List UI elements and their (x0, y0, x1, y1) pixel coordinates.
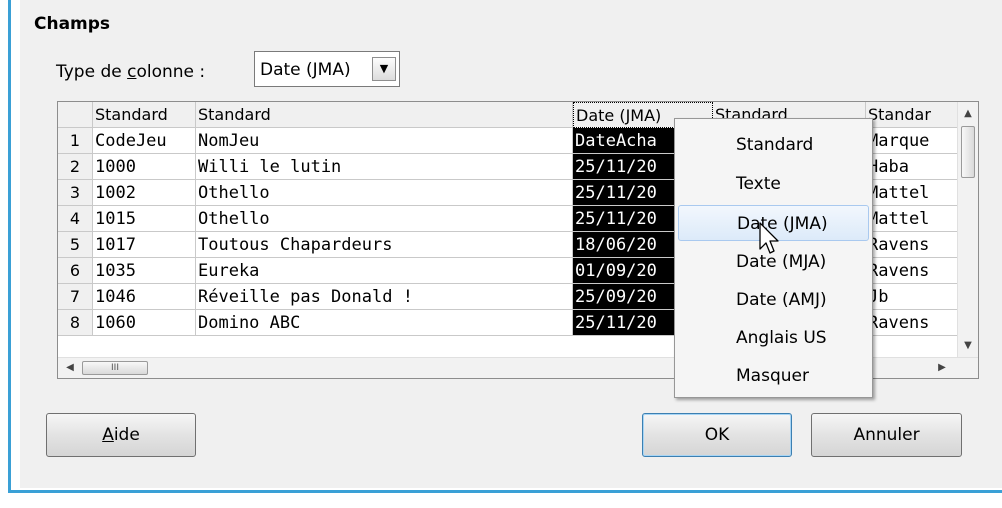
menu-item-date-amj[interactable]: Date (AMJ) (678, 282, 869, 318)
corner-cell (58, 102, 93, 128)
vertical-scrollbar[interactable]: ▲ ▼ (957, 102, 978, 358)
grid-cell: Ravens (866, 310, 958, 336)
grid-cell: Eureka (196, 258, 573, 284)
mouse-pointer-icon (759, 222, 779, 254)
row-number[interactable]: 3 (58, 180, 93, 206)
grid-cell: Haba (866, 154, 958, 180)
row-number[interactable]: 2 (58, 154, 93, 180)
row-number[interactable]: 7 (58, 284, 93, 310)
grid-cell: 1017 (93, 232, 196, 258)
grid-cell: CodeJeu (93, 128, 196, 154)
help-button[interactable]: Aide (46, 413, 196, 457)
grid-cell: Jb (866, 284, 958, 310)
column-type-label: Type de colonne : (56, 62, 206, 82)
column-type-context-menu: Standard Texte Date (JMA) Date (MJA) Dat… (674, 118, 873, 398)
column-header[interactable]: Standard (93, 102, 196, 128)
scroll-right-icon[interactable]: ▶ (932, 358, 952, 378)
column-type-value: Date (JMA) (260, 60, 351, 80)
grid-cell: NomJeu (196, 128, 573, 154)
ok-button[interactable]: OK (642, 413, 792, 457)
section-title: Champs (34, 14, 111, 34)
grid-cell: Othello (196, 180, 573, 206)
grid-cell: Ravens (866, 232, 958, 258)
grid-cell: Mattel (866, 180, 958, 206)
grid-cell: Othello (196, 206, 573, 232)
column-type-select[interactable]: Date (JMA) ▼ (254, 51, 400, 87)
dropdown-arrow-icon[interactable]: ▼ (372, 57, 396, 81)
row-number[interactable]: 6 (58, 258, 93, 284)
grid-cell: 1060 (93, 310, 196, 336)
column-header[interactable]: Standar (866, 102, 958, 128)
grid-cell: Réveille pas Donald ! (196, 284, 573, 310)
scroll-down-icon[interactable]: ▼ (958, 336, 978, 356)
cancel-button[interactable]: Annuler (811, 413, 962, 457)
grid-cell: 1035 (93, 258, 196, 284)
grid-cell: Willi le lutin (196, 154, 573, 180)
grid-cell: Domino ABC (196, 310, 573, 336)
grid-cell: Ravens (866, 258, 958, 284)
menu-item-texte[interactable]: Texte (678, 166, 869, 202)
window-border-bottom (8, 490, 1002, 493)
menu-item-standard[interactable]: Standard (678, 127, 869, 163)
scroll-left-icon[interactable]: ◀ (60, 358, 80, 378)
menu-item-anglais-us[interactable]: Anglais US (678, 320, 869, 356)
grid-cell: 1046 (93, 284, 196, 310)
column-header[interactable]: Standard (196, 102, 573, 128)
row-number[interactable]: 4 (58, 206, 93, 232)
menu-item-masquer[interactable]: Masquer (678, 358, 869, 394)
window-border-left (8, 0, 11, 493)
row-number[interactable]: 1 (58, 128, 93, 154)
horizontal-scroll-thumb[interactable]: III (82, 361, 148, 375)
grid-cell: 1000 (93, 154, 196, 180)
row-number[interactable]: 8 (58, 310, 93, 336)
grid-cell: 1015 (93, 206, 196, 232)
grid-cell: Mattel (866, 206, 958, 232)
vertical-scroll-thumb[interactable] (961, 126, 975, 178)
scroll-up-icon[interactable]: ▲ (958, 104, 978, 124)
grid-cell: 1002 (93, 180, 196, 206)
row-number[interactable]: 5 (58, 232, 93, 258)
grid-cell: Marque (866, 128, 958, 154)
grid-cell: Toutous Chapardeurs (196, 232, 573, 258)
